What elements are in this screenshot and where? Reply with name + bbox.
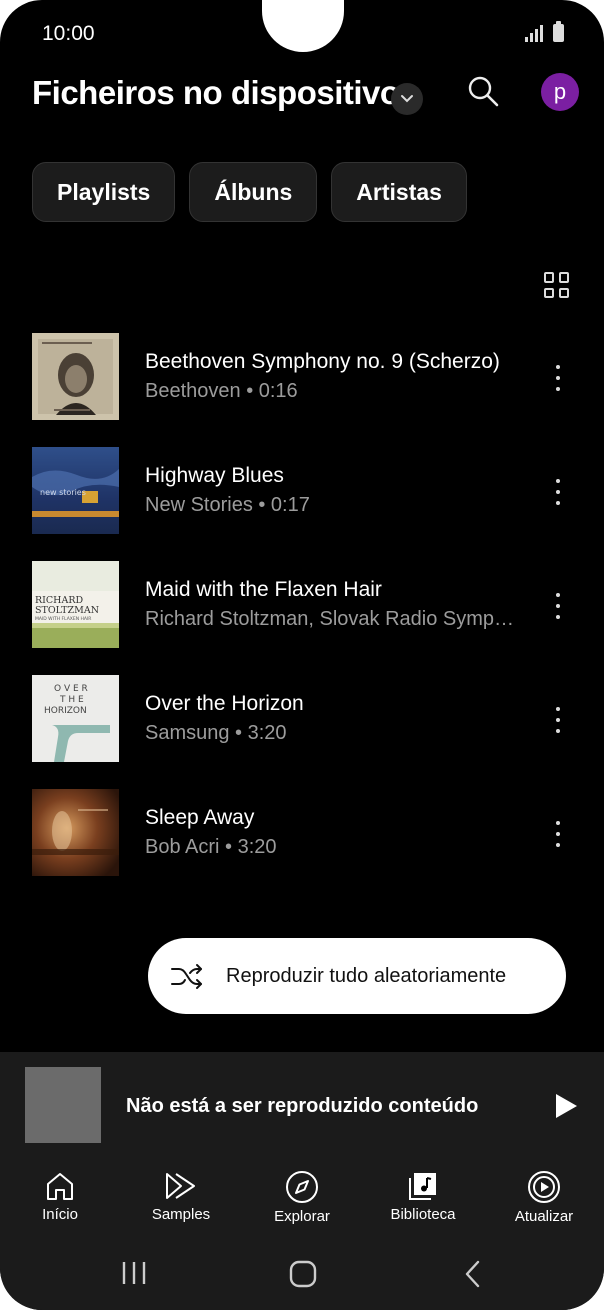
album-art-new-stories: new stories — [32, 447, 119, 534]
compass-icon — [286, 1171, 318, 1203]
shuffle-all-button[interactable]: Reproduzir tudo aleatoriamente — [148, 938, 566, 1014]
track-row[interactable]: Sleep Away Bob Acri • 3:20 — [32, 789, 582, 877]
track-row[interactable]: RICHARD STOLTZMAN MAID WITH FLAXEN HAIR … — [32, 561, 582, 649]
mini-player-title: Não está a ser reproduzido conteúdo — [126, 1095, 479, 1117]
album-art-caption: STOLTZMAN — [35, 605, 99, 616]
track-title: Sleep Away — [145, 806, 255, 829]
avatar-letter: p — [553, 79, 567, 104]
source-dropdown-button[interactable] — [391, 83, 423, 115]
nav-item-explore[interactable]: Explorar — [247, 1170, 357, 1225]
shuffle-icon — [171, 964, 202, 989]
phone-screen: 10:00 Ficheiros no dispositivo p Playlis… — [0, 0, 604, 1310]
album-art-stoltzman: RICHARD STOLTZMAN MAID WITH FLAXEN HAIR — [32, 561, 119, 648]
track-subtitle: Richard Stoltzman, Slovak Radio Symphony… — [145, 608, 520, 630]
album-art-sleep-away — [32, 789, 119, 876]
album-art-caption: HORIZON — [44, 706, 87, 716]
chip-albums[interactable]: Álbuns — [189, 162, 318, 222]
battery-icon — [553, 21, 564, 42]
samples-icon — [166, 1173, 195, 1199]
chip-playlists[interactable]: Playlists — [32, 162, 176, 222]
shuffle-label: Reproduzir tudo aleatoriamente — [226, 964, 507, 987]
track-title: Beethoven Symphony no. 9 (Scherzo) — [145, 350, 500, 373]
signal-icon — [525, 25, 543, 42]
mini-player[interactable]: Não está a ser reproduzido conteúdo — [0, 1052, 604, 1152]
nav-label: Biblioteca — [390, 1206, 456, 1223]
status-time: 10:00 — [42, 22, 95, 45]
nav-item-home[interactable]: Início — [5, 1170, 115, 1223]
album-art-beethoven — [32, 333, 119, 420]
play-icon[interactable] — [556, 1094, 577, 1118]
album-art-caption: MAID WITH FLAXEN HAIR — [35, 616, 91, 622]
track-row[interactable]: O V E R T H E HORIZON Over the Horizon S… — [32, 675, 582, 763]
nav-label: Samples — [151, 1206, 211, 1223]
nav-item-upgrade[interactable]: Atualizar — [489, 1170, 599, 1225]
more-options-icon[interactable] — [547, 707, 569, 733]
track-title: Over the Horizon — [145, 692, 304, 715]
track-subtitle: New Stories • 0:17 — [145, 494, 310, 516]
track-subtitle: Bob Acri • 3:20 — [145, 836, 277, 858]
search-button[interactable] — [466, 74, 500, 108]
album-art-over-the-horizon: O V E R T H E HORIZON — [32, 675, 119, 762]
track-row[interactable]: new stories Highway Blues New Stories • … — [32, 447, 582, 535]
track-row[interactable]: Beethoven Symphony no. 9 (Scherzo) Beeth… — [32, 333, 582, 421]
track-title: Maid with the Flaxen Hair — [145, 578, 382, 601]
upgrade-icon — [528, 1171, 560, 1203]
library-icon — [409, 1173, 436, 1200]
chip-artists[interactable]: Artistas — [331, 162, 467, 222]
mini-player-art — [25, 1067, 101, 1143]
avatar[interactable]: p — [541, 73, 579, 111]
nav-label: Atualizar — [514, 1208, 574, 1225]
camera-notch — [262, 0, 344, 52]
album-art-caption: T H E — [59, 695, 84, 705]
home-icon — [47, 1173, 73, 1200]
nav-item-samples[interactable]: Samples — [126, 1170, 236, 1223]
more-options-icon[interactable] — [547, 821, 569, 847]
home-button-icon[interactable] — [289, 1260, 317, 1288]
track-subtitle: Beethoven • 0:16 — [145, 380, 298, 402]
page-title: Ficheiros no dispositivo — [32, 74, 400, 111]
grid-view-icon[interactable] — [544, 272, 570, 298]
more-options-icon[interactable] — [547, 365, 569, 391]
more-options-icon[interactable] — [547, 479, 569, 505]
status-icons — [525, 21, 564, 42]
track-subtitle: Samsung • 3:20 — [145, 722, 287, 744]
nav-label: Explorar — [274, 1208, 330, 1225]
nav-label: Início — [42, 1206, 78, 1223]
back-icon[interactable] — [462, 1260, 484, 1288]
chevron-down-icon — [401, 95, 413, 103]
more-options-icon[interactable] — [547, 593, 569, 619]
filter-chips: Playlists Álbuns Artistas — [32, 162, 467, 222]
album-art-caption: new stories — [40, 488, 86, 497]
search-icon — [468, 76, 499, 107]
recent-apps-icon[interactable] — [120, 1260, 150, 1286]
nav-item-library[interactable]: Biblioteca — [368, 1170, 478, 1223]
track-title: Highway Blues — [145, 464, 284, 487]
album-art-caption: O V E R — [54, 684, 88, 694]
